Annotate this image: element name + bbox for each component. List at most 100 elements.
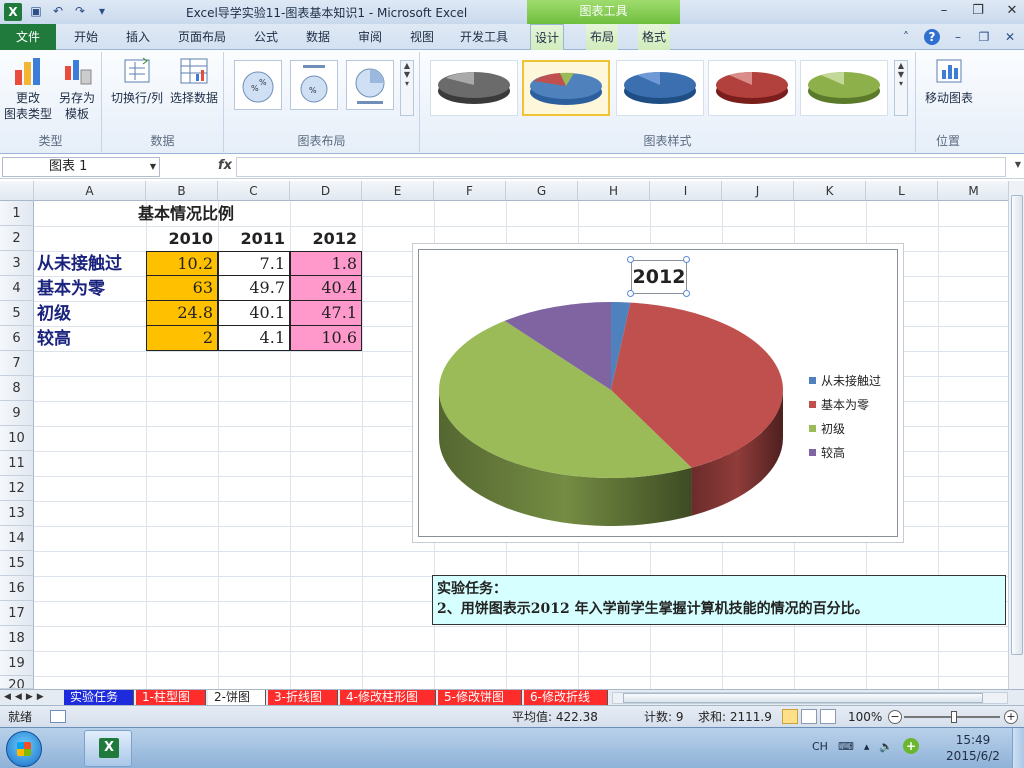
switch-row-column-button[interactable]: 切换行/列 bbox=[106, 56, 168, 106]
cell-b6[interactable]: 2 bbox=[146, 326, 218, 351]
title-resize-handle[interactable] bbox=[627, 290, 634, 297]
legend-item[interactable]: 初级 bbox=[809, 416, 881, 440]
vertical-scroll-thumb[interactable] bbox=[1011, 195, 1023, 655]
chart-layout-3[interactable] bbox=[346, 60, 394, 110]
legend-item[interactable]: 从未接触过 bbox=[809, 368, 881, 392]
column-header-d[interactable]: D bbox=[290, 181, 362, 201]
row-label-beginner[interactable]: 初级 bbox=[34, 302, 146, 326]
chart-style-4[interactable] bbox=[708, 60, 796, 116]
tab-insert[interactable]: 插入 bbox=[122, 24, 154, 50]
row-header[interactable]: 20 bbox=[0, 676, 34, 689]
layout-gallery-scroll[interactable]: ▲ ▼ ▾ bbox=[400, 60, 414, 116]
row-header[interactable]: 11 bbox=[0, 451, 34, 476]
tray-expand-icon[interactable]: ▴ bbox=[864, 740, 870, 753]
column-header-c[interactable]: C bbox=[218, 181, 290, 201]
tab-data[interactable]: 数据 bbox=[302, 24, 334, 50]
column-header-k[interactable]: K bbox=[794, 181, 866, 201]
legend-item[interactable]: 基本为零 bbox=[809, 392, 881, 416]
name-box[interactable]: 图表 1 ▼ bbox=[2, 157, 160, 177]
tab-formulas[interactable]: 公式 bbox=[250, 24, 282, 50]
sheet-title-cell[interactable]: 基本情况比例 bbox=[138, 202, 234, 226]
row-header[interactable]: 14 bbox=[0, 526, 34, 551]
row-header[interactable]: 2 bbox=[0, 226, 34, 251]
pie-chart[interactable] bbox=[419, 250, 799, 538]
chart-style-5[interactable] bbox=[800, 60, 888, 116]
formula-input[interactable] bbox=[236, 157, 1006, 177]
sheet-tab-bar-chart[interactable]: 1-柱型图 bbox=[136, 690, 206, 705]
chart-title[interactable]: 2012 bbox=[631, 260, 687, 294]
tab-home[interactable]: 开始 bbox=[70, 24, 102, 50]
worksheet-grid[interactable]: A B C D E F G H I J K L M 1 2 3 4 5 6 7 … bbox=[0, 181, 1008, 689]
column-header-e[interactable]: E bbox=[362, 181, 434, 201]
help-icon[interactable]: ? bbox=[924, 29, 940, 45]
legend-item[interactable]: 较高 bbox=[809, 440, 881, 464]
sheet-tab-line[interactable]: 3-折线图 bbox=[268, 690, 338, 705]
column-header-m[interactable]: M bbox=[938, 181, 1008, 201]
restore-icon[interactable]: ❐ bbox=[970, 3, 986, 19]
year-header-2010[interactable]: 2010 bbox=[146, 227, 218, 251]
tab-layout[interactable]: 布局 bbox=[586, 24, 619, 50]
row-header[interactable]: 16 bbox=[0, 576, 34, 601]
title-resize-handle[interactable] bbox=[683, 256, 690, 263]
excel-app-icon[interactable]: X bbox=[4, 3, 22, 21]
page-layout-view-icon[interactable] bbox=[801, 709, 817, 724]
row-label-advanced[interactable]: 较高 bbox=[34, 327, 146, 351]
row-header[interactable]: 4 bbox=[0, 276, 34, 301]
taskbar-excel-button[interactable] bbox=[84, 730, 132, 767]
row-header[interactable]: 12 bbox=[0, 476, 34, 501]
tab-view[interactable]: 视图 bbox=[406, 24, 438, 50]
row-header[interactable]: 7 bbox=[0, 351, 34, 376]
style-gallery-scroll[interactable]: ▲ ▼ ▾ bbox=[894, 60, 908, 116]
row-header[interactable]: 1 bbox=[0, 201, 34, 226]
tab-design[interactable]: 设计 bbox=[530, 24, 565, 51]
row-label-never[interactable]: 从未接触过 bbox=[34, 252, 146, 276]
year-header-2012[interactable]: 2012 bbox=[290, 227, 362, 251]
sheet-tab-edit-pie[interactable]: 5-修改饼图 bbox=[438, 690, 522, 705]
horizontal-scrollbar[interactable] bbox=[612, 692, 1008, 704]
close-icon[interactable]: ✕ bbox=[1004, 3, 1020, 19]
doc-restore-icon[interactable]: ❐ bbox=[976, 29, 992, 45]
sheet-tab-pie[interactable]: 2-饼图 bbox=[208, 690, 266, 705]
undo-icon[interactable]: ↶ bbox=[50, 3, 66, 19]
row-header[interactable]: 17 bbox=[0, 601, 34, 626]
zoom-slider-thumb[interactable] bbox=[951, 711, 957, 723]
tray-add-icon[interactable]: + bbox=[903, 738, 920, 754]
cell-c4[interactable]: 49.7 bbox=[218, 276, 290, 301]
chart-area[interactable]: 2012 从未接触过 基本为零 初级 较高 bbox=[418, 249, 898, 537]
chart-style-1[interactable] bbox=[430, 60, 518, 116]
minimize-icon[interactable]: – bbox=[936, 3, 952, 19]
row-header[interactable]: 10 bbox=[0, 426, 34, 451]
change-chart-type-button[interactable]: 更改 图表类型 bbox=[4, 56, 52, 122]
title-resize-handle[interactable] bbox=[683, 290, 690, 297]
row-label-basic-zero[interactable]: 基本为零 bbox=[34, 277, 146, 301]
chart-style-3[interactable] bbox=[616, 60, 704, 116]
row-header[interactable]: 5 bbox=[0, 301, 34, 326]
chart-legend[interactable]: 从未接触过 基本为零 初级 较高 bbox=[809, 368, 881, 464]
row-header[interactable]: 13 bbox=[0, 501, 34, 526]
sheet-tab-task[interactable]: 实验任务 bbox=[64, 690, 134, 705]
tab-review[interactable]: 审阅 bbox=[354, 24, 386, 50]
doc-close-icon[interactable]: ✕ bbox=[1002, 29, 1018, 45]
column-header-h[interactable]: H bbox=[578, 181, 650, 201]
zoom-level[interactable]: 100% bbox=[848, 706, 882, 728]
vertical-scrollbar[interactable] bbox=[1008, 181, 1024, 689]
page-break-view-icon[interactable] bbox=[820, 709, 836, 724]
sheet-tab-edit-bar[interactable]: 4-修改柱形图 bbox=[340, 690, 436, 705]
move-chart-button[interactable]: 移动图表 bbox=[920, 56, 978, 106]
cell-d6[interactable]: 10.6 bbox=[290, 326, 362, 351]
clock[interactable]: 15:49 2015/6/2 bbox=[938, 732, 1008, 764]
tab-page-layout[interactable]: 页面布局 bbox=[174, 24, 230, 50]
zoom-out-icon[interactable]: − bbox=[888, 710, 902, 724]
chart-layout-2[interactable]: % bbox=[290, 60, 338, 110]
insert-function-icon[interactable]: fx bbox=[218, 158, 232, 173]
column-header-i[interactable]: I bbox=[650, 181, 722, 201]
expand-formula-bar-icon[interactable]: ▼ bbox=[1015, 160, 1021, 169]
start-button[interactable] bbox=[6, 731, 42, 767]
tab-developer[interactable]: 开发工具 bbox=[456, 24, 512, 50]
row-header[interactable]: 15 bbox=[0, 551, 34, 576]
cell-d5[interactable]: 47.1 bbox=[290, 301, 362, 326]
redo-icon[interactable]: ↷ bbox=[72, 3, 88, 19]
tab-file[interactable]: 文件 bbox=[0, 24, 56, 50]
row-header[interactable]: 3 bbox=[0, 251, 34, 276]
cell-c5[interactable]: 40.1 bbox=[218, 301, 290, 326]
